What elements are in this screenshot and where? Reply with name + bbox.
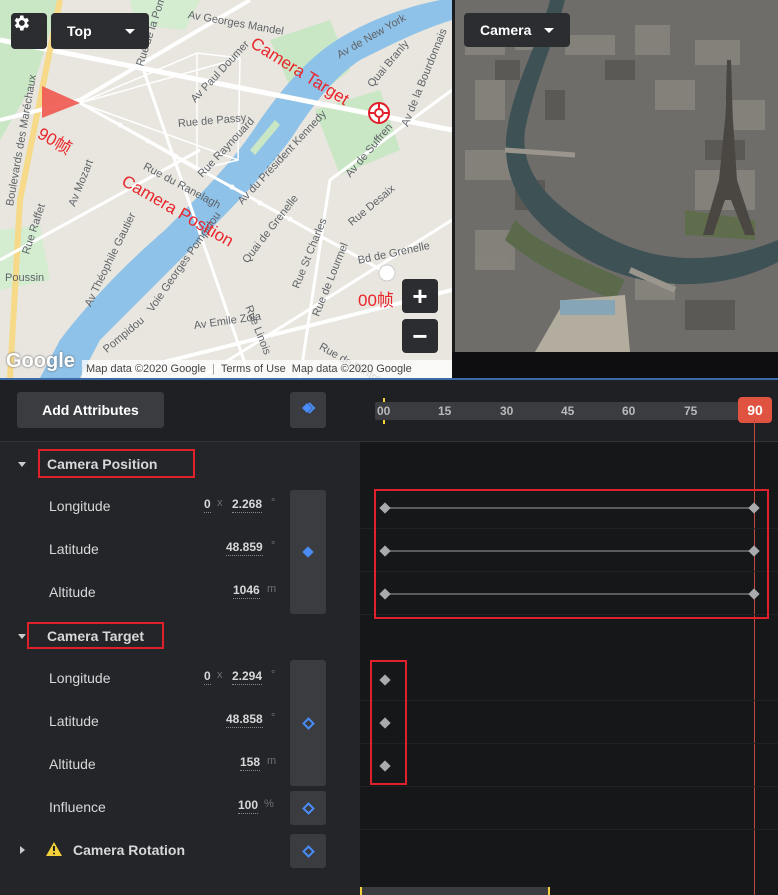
attribute-label: Latitude (49, 541, 99, 557)
expand-icon (18, 634, 26, 639)
start-marker (383, 398, 385, 402)
attribute-label: Longitude (49, 498, 111, 514)
map-view-select[interactable]: Top (51, 13, 149, 49)
zoom-out-button[interactable]: − (402, 319, 438, 353)
separator: x (217, 497, 223, 509)
start-marker (383, 420, 385, 424)
unit: ° (271, 540, 276, 552)
keyframe-outline-icon (301, 801, 315, 815)
warning-icon (46, 842, 62, 861)
ruler-tick: 30 (500, 404, 514, 418)
unit: ° (271, 497, 276, 509)
unit: % (264, 798, 274, 810)
chevron-down-icon (544, 28, 554, 33)
map-attribution: Map data ©2020 Google | Terms of Use Map… (82, 360, 452, 378)
camera-view-label: Camera (480, 22, 532, 38)
keyframe-icon (302, 546, 314, 558)
unit: m (267, 583, 277, 595)
zoom-in-button[interactable]: + (402, 279, 438, 313)
add-keyframe-button[interactable] (290, 660, 326, 786)
keyframe-outline-icon (301, 844, 315, 858)
map-panel[interactable]: Av Georges Mandel Rue de la Pompe Av Pau… (0, 0, 452, 378)
unit: ° (271, 669, 276, 681)
highlight-box (38, 449, 195, 478)
ruler-tick: 15 (438, 404, 452, 418)
camera-preview-footer (452, 352, 778, 378)
attribute-label: Altitude (49, 584, 96, 600)
longitude-field[interactable]: 2.268 (232, 497, 263, 513)
frame-start-annotation: 00帧 (358, 291, 394, 310)
keyframe-track[interactable] (360, 744, 778, 787)
latitude-field[interactable]: 48.859 (226, 540, 263, 556)
latitude-field[interactable]: 48.858 (226, 712, 263, 728)
camera-preview[interactable] (455, 0, 778, 352)
ruler-tick: 00 (377, 404, 391, 418)
chevron-down-icon (125, 29, 135, 34)
unit: m (267, 755, 277, 767)
attribution-text: Map data ©2020 Google (291, 363, 412, 375)
camera-view-select[interactable]: Camera (464, 13, 570, 47)
section-title: Camera Rotation (73, 842, 186, 858)
add-keyframe-button[interactable] (290, 834, 326, 868)
offset-field[interactable]: 0 (204, 669, 211, 685)
street-label: Poussin (5, 272, 45, 284)
attribute-label: Longitude (49, 670, 111, 686)
add-keyframe-button[interactable] (290, 490, 326, 614)
settings-button[interactable] (11, 13, 47, 49)
ruler-tick: 75 (684, 404, 698, 418)
keyframe-jump-icon (300, 401, 316, 419)
longitude-field[interactable]: 2.294 (232, 669, 263, 685)
next-keyframe-button[interactable] (290, 392, 326, 428)
add-attributes-button[interactable]: Add Attributes (17, 392, 164, 428)
expand-icon (18, 462, 26, 467)
highlight-box (370, 660, 407, 785)
influence-field[interactable]: 100 (238, 798, 259, 814)
google-logo: Google (6, 350, 75, 372)
altitude-field[interactable]: 1046 (233, 583, 260, 599)
keyframe-track[interactable] (360, 787, 778, 830)
separator: x (217, 669, 223, 681)
map-view-label: Top (67, 23, 92, 39)
terms-link[interactable]: Terms of Use (221, 363, 286, 375)
timeline-panel: Add Attributes 00 15 30 45 60 75 90 Came… (0, 378, 778, 895)
offset-field[interactable]: 0 (204, 497, 211, 513)
highlight-box (27, 622, 164, 649)
attribute-label: Latitude (49, 713, 99, 729)
attribute-label: Influence (49, 799, 106, 815)
altitude-field[interactable]: 158 (240, 755, 261, 771)
highlight-box (374, 489, 769, 619)
unit: ° (271, 712, 276, 724)
keyframe-track[interactable] (360, 658, 778, 701)
attribution-text: Map data ©2020 Google (86, 363, 207, 375)
collapse-icon (20, 846, 25, 854)
aerial-city-image (455, 0, 778, 352)
timeline-scrollbar[interactable] (360, 887, 550, 895)
ruler-tick: 45 (561, 404, 575, 418)
add-keyframe-button[interactable] (290, 791, 326, 825)
current-frame-badge[interactable]: 90 (738, 397, 772, 423)
attribute-label: Altitude (49, 756, 96, 772)
keyframe-outline-icon (301, 716, 315, 730)
ruler-tick: 60 (622, 404, 636, 418)
keyframe-track[interactable] (360, 701, 778, 744)
timeline-toolbar: Add Attributes 00 15 30 45 60 75 90 (0, 380, 778, 442)
